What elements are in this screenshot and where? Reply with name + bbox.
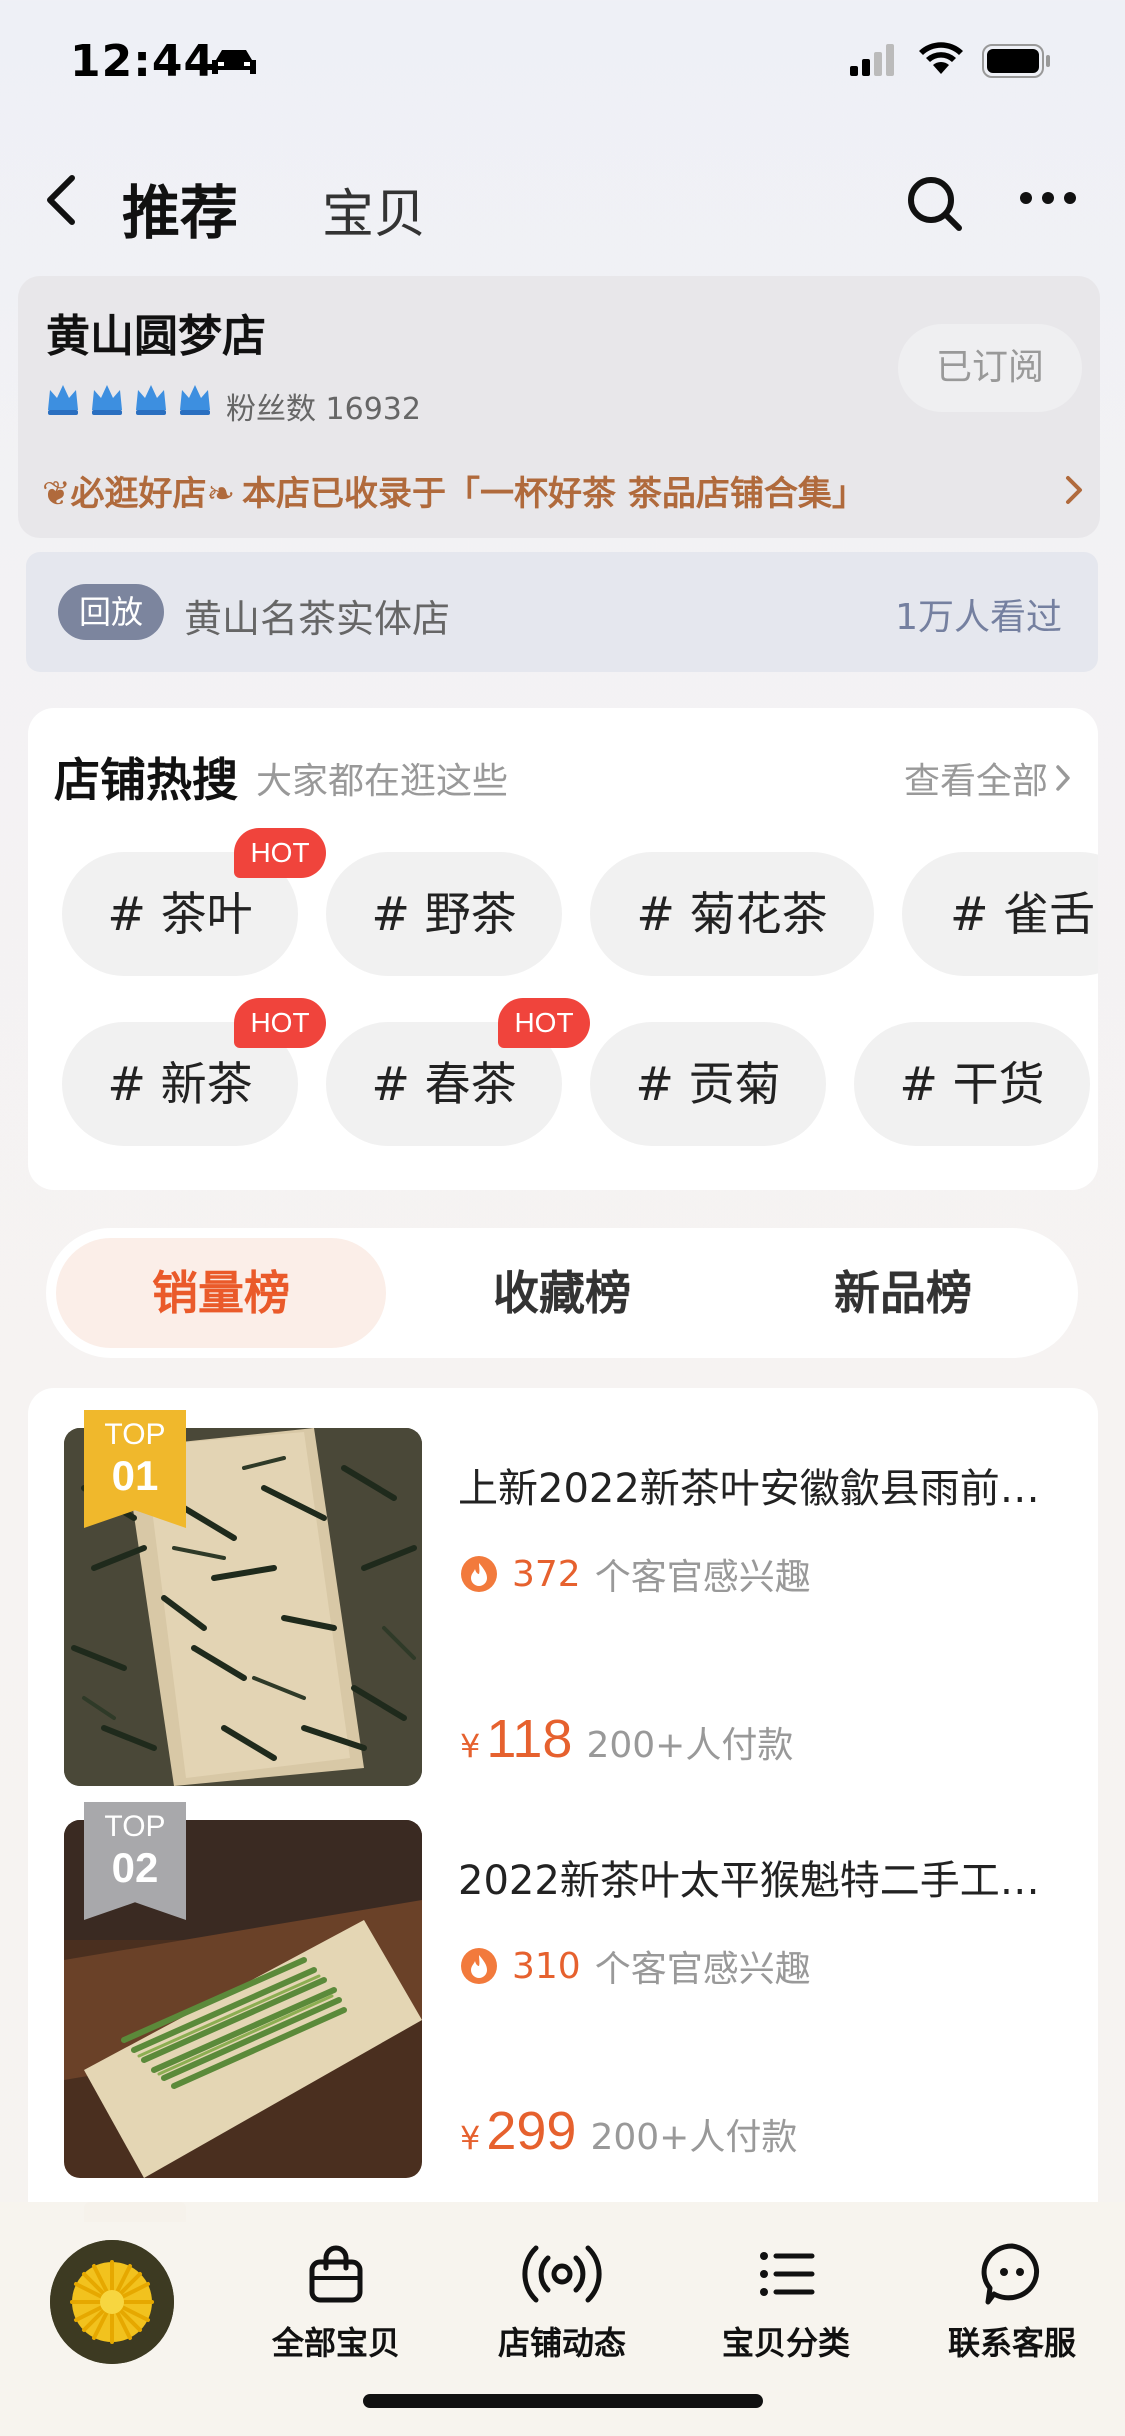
shop-badge-label: 必逛好店 — [70, 474, 207, 514]
shop-name: 黄山圆梦店 — [46, 311, 266, 362]
view-all-link[interactable]: 查看全部 — [904, 752, 1072, 804]
hot-search-chip[interactable]: # 干货 — [854, 1022, 1090, 1146]
hot-search-chip[interactable]: # 菊花茶 — [590, 852, 874, 976]
status-bar: 12:44 — [0, 0, 1125, 120]
home-indicator — [363, 2394, 763, 2408]
price-value: 299 — [486, 2101, 577, 2161]
product-price: ¥ 299 200+人付款 — [460, 2100, 797, 2162]
list-icon — [760, 2252, 815, 2296]
status-time: 12:44 — [70, 36, 216, 87]
interest-info: 310 个客官感兴趣 — [460, 1940, 811, 1992]
laurel-icon: ❦ — [42, 474, 71, 514]
crown-icon — [48, 385, 78, 415]
interest-text: 个客官感兴趣 — [594, 1949, 811, 1990]
interest-count: 310 — [512, 1945, 581, 1987]
fire-icon — [461, 1556, 497, 1592]
replay-title: 黄山名茶实体店 — [184, 597, 451, 641]
tab-favorites-rank[interactable]: 收藏榜 — [397, 1238, 727, 1348]
categories-label: 宝贝分类 — [721, 2324, 850, 2362]
customer-service-label: 联系客服 — [947, 2324, 1076, 2362]
wifi-icon — [918, 40, 964, 80]
nav-bar: 推荐 宝贝 — [0, 150, 1125, 250]
rank-badge-number: 01 — [111, 1452, 159, 1499]
view-all-label: 查看全部 — [903, 761, 1048, 802]
currency-symbol: ¥ — [460, 1727, 481, 1765]
currency-symbol: ¥ — [460, 2119, 481, 2157]
hot-search-card: 店铺热搜 大家都在逛这些 查看全部 # 茶叶 # 野茶 # 菊花茶 # 雀舌 #… — [28, 708, 1098, 1190]
paid-count: 200+人付款 — [586, 1725, 794, 1766]
paid-count: 200+人付款 — [590, 2117, 798, 2158]
hot-tag: HOT — [234, 828, 326, 878]
hot-search-title: 店铺热搜 — [54, 753, 238, 807]
customer-service-button[interactable]: 联系客服 — [912, 2242, 1112, 2364]
crown-icon — [92, 385, 122, 415]
shop-news-label: 店铺动态 — [497, 2324, 626, 2362]
price-value: 118 — [486, 1709, 573, 1769]
broadcast-icon — [522, 2245, 602, 2303]
rank-badge-label: TOP — [104, 1810, 166, 1843]
product-title[interactable]: 2022新茶叶太平猴魁特二手工捏尖绿茶 — [458, 1848, 1048, 1906]
ranking-tabs: 销量榜 收藏榜 新品榜 — [46, 1228, 1078, 1358]
interest-count: 372 — [512, 1553, 581, 1595]
laurel-icon: ❧ — [206, 474, 236, 514]
shop-badge: ❦必逛好店❧ — [42, 466, 235, 515]
hot-search-chip[interactable]: # 野茶 — [326, 852, 562, 976]
more-icon[interactable] — [1018, 188, 1078, 212]
tab-new-rank[interactable]: 新品榜 — [738, 1238, 1068, 1348]
chevron-right-icon — [1056, 765, 1070, 791]
tab-recommend[interactable]: 推荐 — [122, 166, 238, 250]
all-items-label: 全部宝贝 — [271, 2324, 400, 2362]
shopping-bag-icon — [309, 2245, 363, 2303]
hot-tag: HOT — [234, 998, 326, 1048]
back-icon[interactable] — [42, 172, 82, 232]
interest-text: 个客官感兴趣 — [594, 1557, 811, 1598]
signal-icon — [850, 44, 900, 80]
search-icon[interactable] — [905, 174, 965, 238]
rank-badge-label: TOP — [104, 1418, 166, 1451]
tab-items[interactable]: 宝贝 — [322, 172, 426, 247]
product-title[interactable]: 上新2022新茶叶安徽歙县雨前特级黄山毛峰 — [458, 1456, 1048, 1514]
interest-info: 372 个客官感兴趣 — [460, 1548, 811, 1600]
hot-search-chip[interactable]: # 雀舌 — [902, 852, 1098, 976]
all-items-button[interactable]: 全部宝贝 — [236, 2242, 436, 2364]
service-chat-icon — [981, 2243, 1040, 2305]
replay-views: 1万人看过 — [895, 597, 1062, 638]
replay-tag: 回放 — [58, 584, 164, 640]
hot-search-chip[interactable]: # 贡菊 — [590, 1022, 826, 1146]
subscribe-button[interactable]: 已订阅 — [898, 324, 1082, 412]
battery-icon — [982, 44, 1052, 82]
product-item[interactable]: TOP 01 上新2022新茶叶安徽歙县雨前特级黄山毛峰 372 个客官感兴趣 … — [28, 1410, 1098, 1788]
tab-sales-rank[interactable]: 销量榜 — [56, 1238, 386, 1348]
live-replay-card[interactable]: 回放 黄山名茶实体店 1万人看过 — [26, 552, 1098, 672]
car-icon — [210, 46, 258, 82]
product-price: ¥ 118 200+人付款 — [460, 1708, 793, 1770]
crown-icon — [180, 385, 210, 415]
shop-news-button[interactable]: 店铺动态 — [462, 2242, 662, 2364]
shop-collection-text[interactable]: 本店已收录于「一杯好茶 茶品店铺合集」 — [242, 466, 866, 515]
shop-card[interactable]: 黄山圆梦店 粉丝数 16932 已订阅 ❦必逛好店❧ 本店已收录于「一杯好茶 茶… — [18, 276, 1100, 538]
product-item[interactable]: TOP 02 2022新茶叶太平猴魁特二手工捏尖绿茶 310 个客官感兴趣 ¥ … — [28, 1802, 1098, 2180]
hot-search-subtitle: 大家都在逛这些 — [256, 761, 509, 802]
shop-level-crowns — [44, 380, 214, 418]
rank-badge-number: 02 — [111, 1844, 159, 1891]
hot-tag: HOT — [498, 998, 590, 1048]
fire-icon — [461, 1948, 497, 1984]
categories-button[interactable]: 宝贝分类 — [686, 2242, 886, 2364]
crown-icon — [136, 385, 166, 415]
fans-count: 粉丝数 16932 — [226, 392, 421, 427]
chevron-right-icon[interactable] — [1062, 472, 1086, 512]
shop-avatar[interactable] — [50, 2240, 174, 2364]
